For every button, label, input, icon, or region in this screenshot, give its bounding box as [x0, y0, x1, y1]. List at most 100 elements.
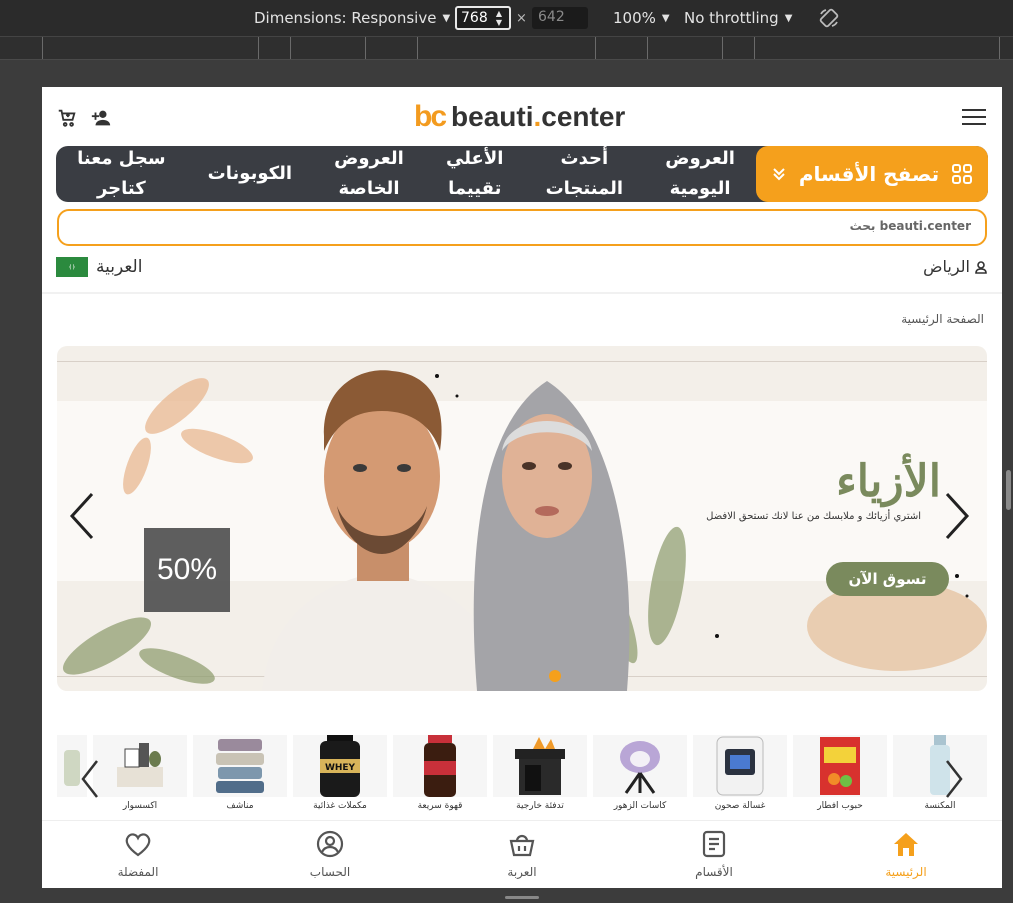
chevron-right-icon[interactable]: [942, 491, 972, 541]
dimensions-dropdown[interactable]: Dimensions: Responsive ▼: [254, 9, 450, 27]
zoom-dropdown[interactable]: 100% ▼: [613, 9, 670, 27]
spinner-icon[interactable]: ▲ ▼: [491, 9, 507, 27]
throttling-dropdown[interactable]: No throttling ▼: [684, 9, 792, 27]
product-card[interactable]: اكسسوار: [93, 735, 187, 819]
throttling-value: No throttling: [684, 9, 779, 27]
product-card[interactable]: المكنسة: [893, 735, 987, 819]
chevrons-down-icon: [773, 168, 785, 181]
add-user-icon[interactable]: [90, 107, 112, 129]
product-label: قهوة سريعة: [417, 801, 463, 811]
resize-handle[interactable]: [505, 896, 539, 899]
product-image: [193, 735, 287, 797]
product-image: [793, 735, 887, 797]
browse-label: تصفح الأقسام: [798, 162, 940, 186]
dimensions-label: Dimensions: Responsive: [254, 9, 437, 27]
list-icon: [702, 830, 726, 858]
logo-text-1: beauti: [451, 101, 534, 132]
rotate-icon[interactable]: [818, 7, 840, 29]
bottom-nav-label: المفضلة: [117, 865, 159, 879]
product-image: [93, 735, 187, 797]
saudi-flag-icon: ﴾﴿: [56, 257, 88, 277]
emulated-page: bc beauti. center تصفح الأقسام العروض الي…: [42, 87, 1002, 888]
bottom-nav-home[interactable]: الرئيسية: [810, 821, 1002, 888]
grid-icon: [952, 164, 973, 184]
product-card[interactable]: WHEY مكملات غذائية: [293, 735, 387, 819]
basket-icon: [509, 834, 535, 857]
nav-links: العروض اليومية أحدث المنتجات الأعلي تقيي…: [56, 144, 756, 204]
product-label: حبوب افطار: [817, 801, 863, 811]
zoom-value: 100%: [613, 9, 656, 27]
product-label: كاسات الزهور: [613, 801, 667, 811]
product-image: [493, 735, 587, 797]
product-label: غسالة صحون: [714, 801, 766, 811]
hero-title: الأزياء: [836, 456, 941, 507]
shop-now-button[interactable]: تسوق الآن: [826, 562, 949, 596]
bottom-nav-favorites[interactable]: المفضلة: [42, 821, 234, 888]
product-label: المكنسة: [924, 801, 956, 811]
language-name: العربية: [96, 257, 143, 277]
width-value: 768: [461, 10, 488, 26]
height-input[interactable]: 642: [532, 7, 588, 29]
chevron-left-icon[interactable]: [79, 759, 101, 799]
logo-dot: .: [533, 101, 542, 132]
product-label: مناشف: [226, 801, 254, 811]
product-image: [393, 735, 487, 797]
location-pin-icon: [975, 260, 987, 274]
product-card[interactable]: قهوة سريعة: [393, 735, 487, 819]
header-icons: [56, 107, 112, 129]
browse-categories-button[interactable]: تصفح الأقسام: [756, 146, 988, 202]
product-image: [593, 735, 687, 797]
hero-banner[interactable]: الأزياء اشتري أزيائك و ملابسك من عنا لان…: [57, 346, 987, 691]
product-image: [693, 735, 787, 797]
caret-down-icon: ▼: [784, 13, 793, 24]
logo-mark: bc: [414, 100, 447, 133]
discount-badge: 50%: [144, 528, 230, 612]
search-input[interactable]: beauti.center بحث: [57, 209, 987, 246]
language-selector[interactable]: ﴾﴿ العربية: [56, 257, 142, 277]
bottom-nav-categories[interactable]: الأقسام: [618, 821, 810, 888]
nav-daily-offers[interactable]: العروض اليومية: [665, 144, 735, 204]
width-input[interactable]: 768 ▲ ▼: [455, 6, 511, 30]
svg-text:WHEY: WHEY: [325, 763, 356, 773]
bottom-navigation: الرئيسية الأقسام العربة الحساب المفضلة: [42, 820, 1002, 888]
caret-down-icon: ▼: [442, 13, 451, 24]
product-card[interactable]: كاسات الزهور: [593, 735, 687, 819]
city-name: الرياض: [923, 257, 970, 276]
city-selector[interactable]: الرياض: [923, 257, 988, 276]
devtools-device-toolbar: Dimensions: Responsive ▼ 768 ▲ ▼ × 642 100…: [0, 0, 1013, 36]
female-model-image: [473, 381, 630, 691]
nav-special-offers[interactable]: العروض الخاصة: [334, 144, 404, 204]
product-label: مكملات غذائية: [313, 801, 367, 811]
product-card[interactable]: حبوب افطار: [793, 735, 887, 819]
product-card[interactable]: مناشف: [193, 735, 287, 819]
chevron-right-icon[interactable]: [943, 759, 965, 799]
chevron-left-icon[interactable]: [67, 491, 97, 541]
home-icon: [894, 833, 918, 856]
hamburger-menu-icon[interactable]: [962, 109, 986, 129]
slide-indicator-dot[interactable]: [549, 670, 561, 682]
bottom-nav-cart[interactable]: العربة: [426, 821, 618, 888]
breadcrumb[interactable]: الصفحة الرئيسية: [901, 312, 984, 326]
nav-register-merchant[interactable]: سجل معنا كتاجر: [77, 144, 165, 204]
media-query-ruler: [0, 36, 1013, 60]
cart-icon[interactable]: [56, 107, 78, 129]
bottom-nav-label: العربة: [507, 865, 537, 879]
category-nav: تصفح الأقسام العروض اليومية أحدث المنتجا…: [56, 146, 988, 202]
scrollbar-thumb[interactable]: [1006, 470, 1011, 510]
location-row: الرياض ﴾﴿ العربية: [42, 257, 1002, 283]
site-logo[interactable]: bc beauti. center: [414, 99, 625, 135]
product-carousel: اكسسوار مناشف WHEY مكملات غذائية قهوة سر…: [57, 735, 987, 819]
user-circle-icon: [316, 830, 344, 858]
bottom-nav-account[interactable]: الحساب: [234, 821, 426, 888]
logo-text-2: center: [541, 101, 626, 132]
product-card[interactable]: غسالة صحون: [693, 735, 787, 819]
nav-coupons[interactable]: الكوبونات: [208, 159, 292, 189]
nav-top-rated[interactable]: الأعلي تقييما: [446, 144, 503, 204]
hero-subtitle: اشتري أزيائك و ملابسك من عنا لانك تستحق …: [706, 511, 921, 522]
nav-new-products[interactable]: أحدث المنتجات: [546, 144, 624, 204]
product-label: تدفئة خارجية: [516, 801, 564, 811]
bottom-nav-label: الحساب: [309, 865, 351, 879]
divider: [42, 292, 1002, 294]
product-image: [893, 735, 987, 797]
product-card[interactable]: تدفئة خارجية: [493, 735, 587, 819]
